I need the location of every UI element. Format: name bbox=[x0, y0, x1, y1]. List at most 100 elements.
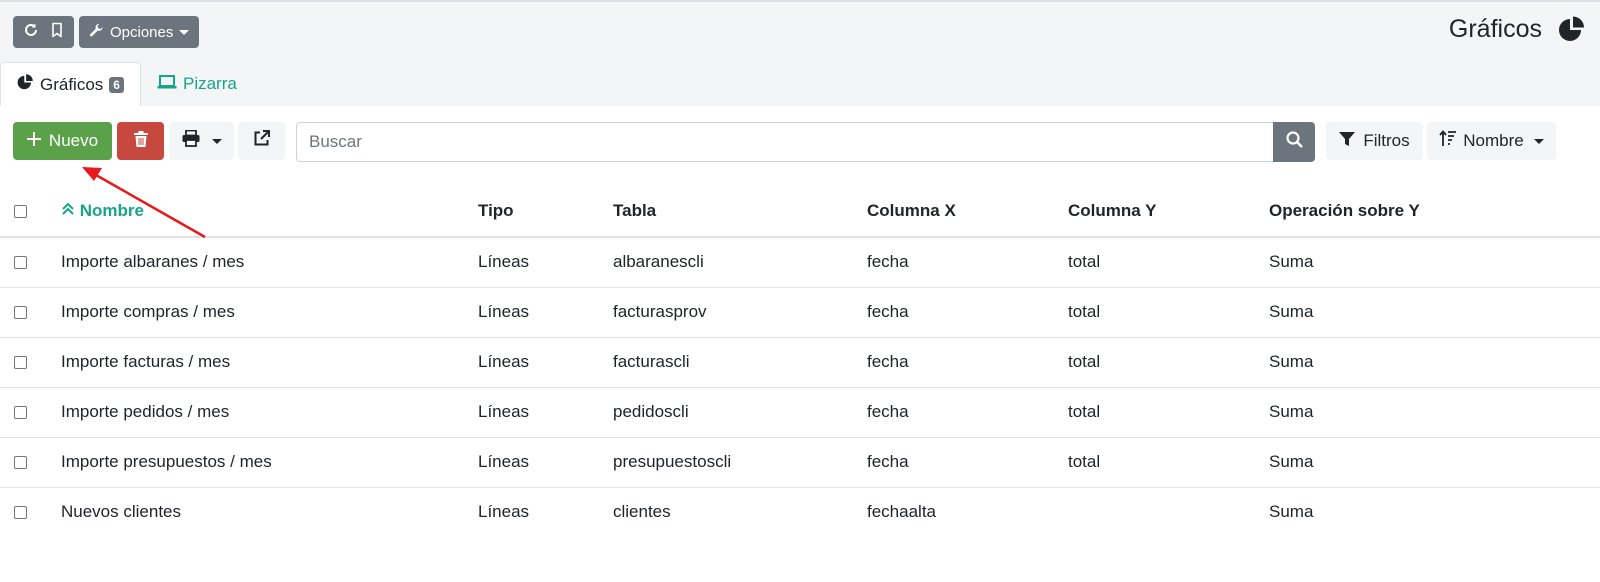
cell-operacion: Suma bbox=[1269, 337, 1600, 388]
column-header-tipo[interactable]: Tipo bbox=[478, 185, 613, 238]
external-link-icon bbox=[253, 130, 270, 152]
delete-button[interactable] bbox=[117, 122, 164, 160]
search-group bbox=[296, 122, 1315, 162]
tab-graficos[interactable]: Gráficos 6 bbox=[0, 62, 141, 106]
search-input[interactable] bbox=[296, 122, 1273, 162]
cell-columna-x: fecha bbox=[867, 387, 1068, 438]
cell-nombre[interactable]: Importe pedidos / mes bbox=[61, 387, 478, 438]
cell-tipo: Líneas bbox=[478, 437, 613, 488]
column-header-tabla[interactable]: Tabla bbox=[613, 185, 867, 238]
row-checkbox[interactable] bbox=[14, 456, 27, 470]
table-row[interactable]: Importe albaranes / mes Líneas albaranes… bbox=[0, 237, 1600, 288]
cell-tabla: facturasprov bbox=[613, 287, 867, 338]
laptop-icon bbox=[157, 74, 177, 95]
cell-columna-y: total bbox=[1068, 287, 1269, 338]
top-area: Opciones Gráficos Gráficos 6 Pizarra bbox=[0, 0, 1600, 106]
chevron-down-icon bbox=[179, 29, 190, 35]
sort-icon bbox=[1439, 130, 1457, 152]
plus-icon bbox=[26, 131, 41, 151]
top-button-group: Opciones bbox=[13, 16, 200, 48]
sort-button[interactable]: Nombre bbox=[1427, 122, 1556, 160]
chevron-down-icon bbox=[1533, 138, 1544, 144]
row-select-cell bbox=[0, 487, 61, 537]
row-checkbox[interactable] bbox=[14, 406, 27, 420]
row-select-cell bbox=[0, 437, 61, 488]
cell-nombre[interactable]: Importe presupuestos / mes bbox=[61, 437, 478, 488]
cell-operacion: Suma bbox=[1269, 287, 1600, 338]
table-row[interactable]: Importe facturas / mes Líneas facturascl… bbox=[0, 337, 1600, 388]
row-select-cell bbox=[0, 387, 61, 438]
cell-nombre[interactable]: Nuevos clientes bbox=[61, 487, 478, 537]
charts-table: Nombre Tipo Tabla Columna X Columna Y Op… bbox=[0, 185, 1600, 537]
cell-nombre[interactable]: Importe albaranes / mes bbox=[61, 237, 478, 288]
table-row[interactable]: Importe compras / mes Líneas facturaspro… bbox=[0, 287, 1600, 338]
row-checkbox[interactable] bbox=[14, 356, 27, 370]
pie-chart-icon bbox=[1558, 16, 1586, 49]
row-select-cell bbox=[0, 337, 61, 388]
cell-tipo: Líneas bbox=[478, 387, 613, 438]
cell-columna-x: fecha bbox=[867, 287, 1068, 338]
cell-columna-x: fechaalta bbox=[867, 502, 936, 522]
select-all-checkbox[interactable] bbox=[14, 204, 27, 218]
cell-tipo: Líneas bbox=[478, 287, 613, 338]
cell-operacion: Suma bbox=[1269, 387, 1600, 438]
cell-operacion: Suma bbox=[1269, 437, 1600, 488]
cell-columna-y: total bbox=[1068, 237, 1269, 288]
column-header-columna-x[interactable]: Columna X bbox=[867, 185, 1068, 238]
tab-pizarra[interactable]: Pizarra bbox=[141, 62, 253, 106]
select-all-cell bbox=[0, 185, 61, 238]
cell-columna-y: total bbox=[1068, 437, 1269, 488]
cell-tabla: albaranescli bbox=[613, 237, 867, 288]
row-checkbox[interactable] bbox=[14, 506, 27, 520]
pie-chart-icon bbox=[17, 73, 34, 96]
cell-tabla: clientes bbox=[613, 502, 671, 522]
cell-tipo: Líneas bbox=[478, 337, 613, 388]
filters-label: Filtros bbox=[1363, 131, 1410, 150]
cell-tabla: facturascli bbox=[613, 337, 867, 388]
row-checkbox[interactable] bbox=[14, 256, 27, 270]
search-icon bbox=[1285, 131, 1303, 153]
column-header-operacion[interactable]: Operación sobre Y bbox=[1269, 185, 1600, 238]
cell-columna-x: fecha bbox=[867, 437, 1068, 488]
options-button[interactable]: Opciones bbox=[79, 16, 200, 48]
filters-button[interactable]: Filtros bbox=[1326, 122, 1423, 160]
row-checkbox[interactable] bbox=[14, 306, 27, 320]
table-row[interactable]: Nuevos clientes Líneas clientes fechaalt… bbox=[0, 487, 1600, 537]
cell-operacion: Suma bbox=[1269, 502, 1314, 522]
tab-graficos-label: Gráficos bbox=[40, 74, 104, 94]
wrench-icon bbox=[89, 23, 104, 42]
toolbar: Nuevo Filtros Nombre bbox=[13, 122, 1585, 162]
reload-bookmark-group bbox=[13, 16, 74, 48]
search-button[interactable] bbox=[1273, 122, 1315, 162]
cell-columna-y: total bbox=[1068, 387, 1269, 438]
column-label: Nombre bbox=[79, 200, 144, 220]
count-badge: 6 bbox=[109, 76, 124, 93]
cell-columna-y: total bbox=[1068, 337, 1269, 388]
tab-pizarra-label: Pizarra bbox=[182, 74, 237, 93]
cell-tipo: Líneas bbox=[478, 502, 530, 522]
print-button[interactable] bbox=[169, 122, 234, 160]
options-label: Opciones bbox=[110, 23, 174, 41]
trash-icon bbox=[133, 130, 148, 152]
chevron-down-icon bbox=[211, 138, 222, 144]
cell-tabla: presupuestoscli bbox=[613, 437, 867, 488]
cell-tabla: pedidoscli bbox=[613, 387, 867, 438]
row-select-cell bbox=[0, 237, 61, 288]
cell-columna-y bbox=[1068, 487, 1269, 537]
cell-tipo: Líneas bbox=[478, 237, 613, 288]
cell-nombre[interactable]: Importe compras / mes bbox=[61, 287, 478, 338]
cell-columna-x: fecha bbox=[867, 237, 1068, 288]
bookmark-icon[interactable] bbox=[50, 22, 64, 42]
table-row[interactable]: Importe pedidos / mes Líneas pedidoscli … bbox=[0, 387, 1600, 438]
refresh-icon[interactable] bbox=[23, 22, 39, 42]
column-header-nombre[interactable]: Nombre bbox=[61, 185, 478, 238]
table-row[interactable]: Importe presupuestos / mes Líneas presup… bbox=[0, 437, 1600, 488]
cell-columna-x: fecha bbox=[867, 337, 1068, 388]
chevron-double-up-icon bbox=[61, 201, 80, 220]
cell-operacion: Suma bbox=[1269, 237, 1600, 288]
new-button[interactable]: Nuevo bbox=[13, 122, 112, 160]
column-header-columna-y[interactable]: Columna Y bbox=[1068, 185, 1269, 238]
tab-bar: Gráficos 6 Pizarra bbox=[0, 62, 253, 106]
export-button[interactable] bbox=[238, 122, 285, 160]
cell-nombre[interactable]: Importe facturas / mes bbox=[61, 337, 478, 388]
